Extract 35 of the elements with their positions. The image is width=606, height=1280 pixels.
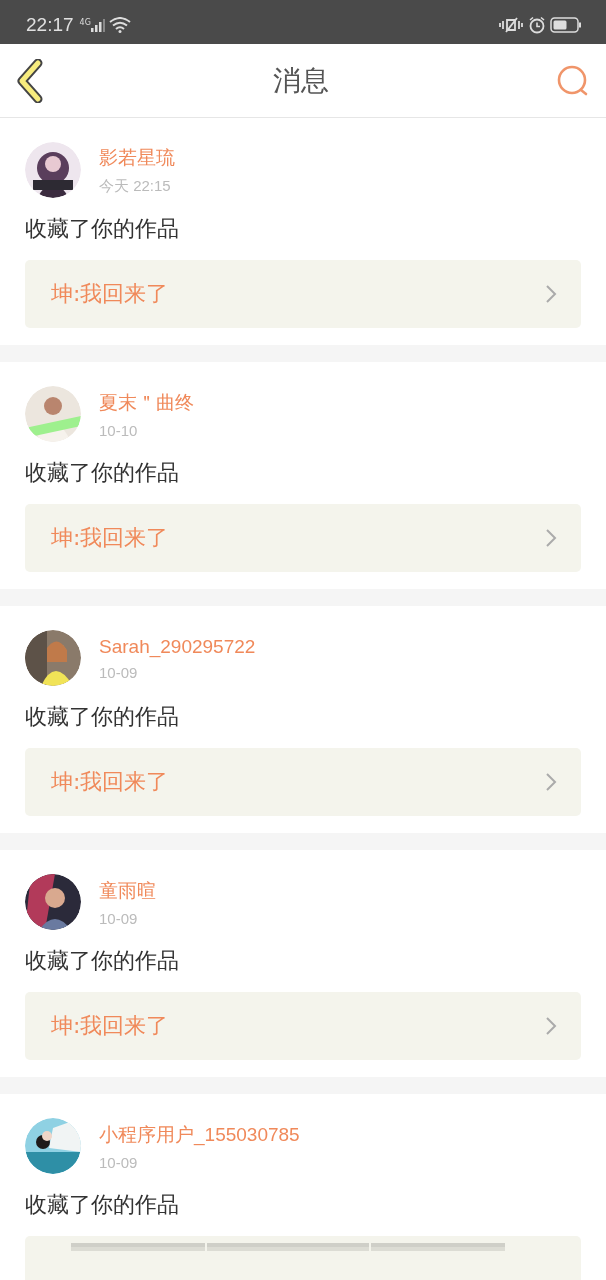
page-title: 消息: [273, 62, 329, 99]
message-text: 收藏了你的作品: [25, 459, 180, 487]
user-name[interactable]: 夏末＂曲终: [99, 389, 194, 416]
vibrate-mute-icon: [498, 16, 524, 34]
work-link[interactable]: 坤:我回来了: [25, 748, 581, 816]
message-time: 10-09: [99, 663, 139, 681]
alarm-icon: [528, 16, 546, 34]
message-time: 10-10: [99, 421, 139, 439]
user-name[interactable]: 影若星琉: [99, 144, 175, 171]
clock-time: 22:17: [26, 14, 74, 36]
work-link[interactable]: 坤:我回来了: [25, 992, 581, 1060]
work-link[interactable]: 坤:我回来了: [25, 504, 581, 572]
message-text: 收藏了你的作品: [25, 1191, 180, 1219]
wifi-icon: [108, 17, 131, 33]
chevron-right-icon: [545, 284, 557, 304]
user-name[interactable]: 小程序用户_155030785: [99, 1121, 300, 1148]
chevron-right-icon: [545, 772, 557, 792]
work-title: 坤:我回来了: [51, 1012, 169, 1040]
message-time: 10-09: [99, 909, 139, 927]
work-title: 坤:我回来了: [51, 768, 169, 796]
message-time: 今天 22:15: [99, 176, 172, 196]
network-type: 4G: [79, 18, 91, 27]
work-title: 坤:我回来了: [51, 524, 169, 552]
message-time: 10-09: [99, 1153, 139, 1171]
battery-icon: [550, 17, 582, 33]
user-name[interactable]: 童雨暄: [99, 877, 156, 904]
chevron-right-icon: [545, 1016, 557, 1036]
work-title: 坤:我回来了: [51, 280, 169, 308]
message-text: 收藏了你的作品: [25, 947, 180, 975]
chevron-right-icon: [545, 528, 557, 548]
message-text: 收藏了你的作品: [25, 215, 180, 243]
user-name[interactable]: Sarah_290295722: [99, 635, 256, 658]
signal-icon: [90, 18, 105, 32]
work-link[interactable]: 坤:我回来了: [25, 260, 581, 328]
message-text: 收藏了你的作品: [25, 703, 180, 731]
